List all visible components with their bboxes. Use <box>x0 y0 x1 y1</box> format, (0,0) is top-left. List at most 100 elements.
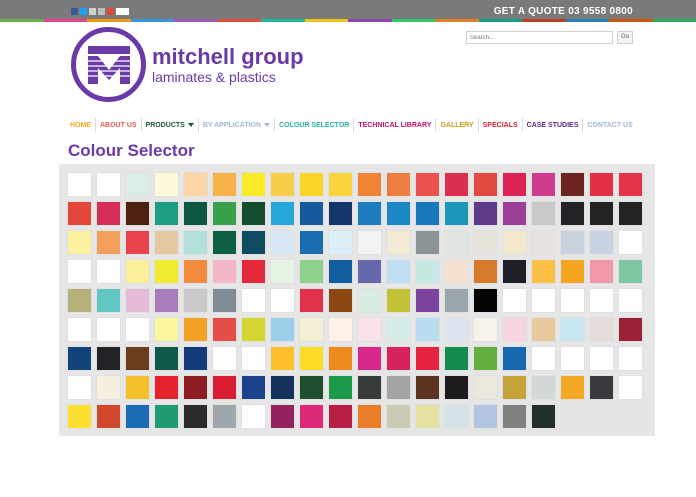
colour-swatch[interactable] <box>154 346 179 371</box>
colour-swatch[interactable] <box>589 201 614 226</box>
search-input[interactable] <box>466 31 613 44</box>
colour-swatch[interactable] <box>589 230 614 255</box>
colour-swatch[interactable] <box>473 375 498 400</box>
colour-swatch[interactable] <box>241 375 266 400</box>
colour-swatch[interactable] <box>589 317 614 342</box>
colour-swatch[interactable] <box>560 288 585 313</box>
colour-swatch[interactable] <box>125 404 150 429</box>
colour-swatch[interactable] <box>415 230 440 255</box>
colour-swatch[interactable] <box>96 288 121 313</box>
nav-item-products[interactable]: PRODUCTS <box>140 118 198 132</box>
colour-swatch[interactable] <box>154 317 179 342</box>
print-icon[interactable] <box>98 8 105 15</box>
colour-swatch[interactable] <box>618 259 643 284</box>
colour-swatch[interactable] <box>154 201 179 226</box>
colour-swatch[interactable] <box>328 317 353 342</box>
colour-swatch[interactable] <box>473 317 498 342</box>
colour-swatch[interactable] <box>386 259 411 284</box>
colour-swatch[interactable] <box>357 259 382 284</box>
search-go-button[interactable]: Go <box>617 31 633 44</box>
colour-swatch[interactable] <box>183 172 208 197</box>
colour-swatch[interactable] <box>67 288 92 313</box>
colour-swatch[interactable] <box>531 259 556 284</box>
colour-swatch[interactable] <box>560 230 585 255</box>
colour-swatch[interactable] <box>502 259 527 284</box>
colour-swatch[interactable] <box>212 172 237 197</box>
colour-swatch[interactable] <box>241 201 266 226</box>
colour-swatch[interactable] <box>183 259 208 284</box>
colour-swatch[interactable] <box>589 375 614 400</box>
colour-swatch[interactable] <box>96 230 121 255</box>
colour-swatch[interactable] <box>560 172 585 197</box>
colour-swatch[interactable] <box>67 201 92 226</box>
colour-swatch[interactable] <box>270 172 295 197</box>
colour-swatch[interactable] <box>125 230 150 255</box>
colour-swatch[interactable] <box>270 346 295 371</box>
colour-swatch[interactable] <box>444 230 469 255</box>
colour-swatch[interactable] <box>531 346 556 371</box>
colour-swatch[interactable] <box>212 230 237 255</box>
nav-item-gallery[interactable]: GALLERY <box>435 118 477 132</box>
colour-swatch[interactable] <box>328 172 353 197</box>
colour-swatch[interactable] <box>328 259 353 284</box>
colour-swatch[interactable] <box>125 317 150 342</box>
colour-swatch[interactable] <box>328 375 353 400</box>
colour-swatch[interactable] <box>67 375 92 400</box>
colour-swatch[interactable] <box>96 201 121 226</box>
colour-swatch[interactable] <box>328 346 353 371</box>
colour-swatch[interactable] <box>328 201 353 226</box>
colour-swatch[interactable] <box>560 201 585 226</box>
colour-swatch[interactable] <box>386 317 411 342</box>
colour-swatch[interactable] <box>299 404 324 429</box>
colour-swatch[interactable] <box>328 288 353 313</box>
colour-swatch[interactable] <box>531 201 556 226</box>
colour-swatch[interactable] <box>618 201 643 226</box>
colour-swatch[interactable] <box>473 230 498 255</box>
colour-swatch[interactable] <box>589 259 614 284</box>
colour-swatch[interactable] <box>386 288 411 313</box>
colour-swatch[interactable] <box>473 404 498 429</box>
colour-swatch[interactable] <box>212 259 237 284</box>
colour-swatch[interactable] <box>589 172 614 197</box>
colour-swatch[interactable] <box>386 201 411 226</box>
colour-swatch[interactable] <box>415 172 440 197</box>
colour-swatch[interactable] <box>473 172 498 197</box>
colour-swatch[interactable] <box>618 172 643 197</box>
colour-swatch[interactable] <box>96 317 121 342</box>
nav-item-by-application[interactable]: BY APPLICATION <box>197 118 274 132</box>
colour-swatch[interactable] <box>183 375 208 400</box>
colour-swatch[interactable] <box>560 375 585 400</box>
colour-swatch[interactable] <box>444 375 469 400</box>
colour-swatch[interactable] <box>473 288 498 313</box>
colour-swatch[interactable] <box>212 375 237 400</box>
colour-swatch[interactable] <box>502 230 527 255</box>
colour-swatch[interactable] <box>67 172 92 197</box>
colour-swatch[interactable] <box>357 404 382 429</box>
colour-swatch[interactable] <box>212 404 237 429</box>
colour-swatch[interactable] <box>589 288 614 313</box>
colour-swatch[interactable] <box>270 404 295 429</box>
colour-swatch[interactable] <box>241 259 266 284</box>
colour-swatch[interactable] <box>96 404 121 429</box>
colour-swatch[interactable] <box>241 346 266 371</box>
colour-swatch[interactable] <box>183 230 208 255</box>
colour-swatch[interactable] <box>502 201 527 226</box>
twitter-icon[interactable] <box>80 8 87 15</box>
colour-swatch[interactable] <box>154 404 179 429</box>
colour-swatch[interactable] <box>473 201 498 226</box>
colour-swatch[interactable] <box>125 259 150 284</box>
colour-swatch[interactable] <box>212 201 237 226</box>
nav-item-case-studies[interactable]: CASE STUDIES <box>521 118 583 132</box>
colour-swatch[interactable] <box>328 230 353 255</box>
colour-swatch[interactable] <box>154 288 179 313</box>
colour-swatch[interactable] <box>154 230 179 255</box>
colour-swatch[interactable] <box>96 346 121 371</box>
colour-swatch[interactable] <box>96 259 121 284</box>
colour-swatch[interactable] <box>357 172 382 197</box>
share-icon[interactable] <box>116 8 129 15</box>
nav-item-home[interactable]: HOME <box>66 118 95 132</box>
colour-swatch[interactable] <box>502 346 527 371</box>
colour-swatch[interactable] <box>299 288 324 313</box>
colour-swatch[interactable] <box>531 317 556 342</box>
colour-swatch[interactable] <box>299 346 324 371</box>
